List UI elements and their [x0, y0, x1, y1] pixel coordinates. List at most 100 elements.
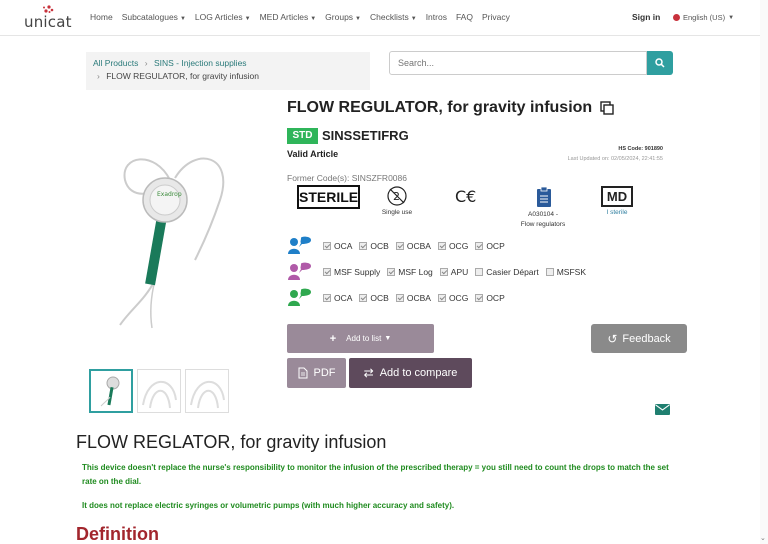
scroll-down-icon[interactable]: ⌄	[760, 534, 766, 542]
chevron-down-icon: ▼	[355, 16, 361, 22]
checkbox-ocg[interactable]: OCG	[437, 241, 468, 251]
nav-item-intros[interactable]: Intros	[426, 12, 447, 22]
add-to-compare-button[interactable]: ⇄ Add to compare	[349, 358, 472, 388]
description-note-1: This device doesn't replace the nurse's …	[82, 463, 669, 486]
breadcrumb-current: FLOW REGULATOR, for gravity infusion	[106, 71, 259, 81]
image-thumbnails	[89, 369, 229, 413]
breadcrumb-category[interactable]: SINS - Injection supplies	[154, 58, 247, 68]
checkbox-label: OCBA	[406, 241, 431, 251]
checkbox-box[interactable]	[437, 294, 446, 302]
checkbox-ocb[interactable]: OCB	[359, 293, 389, 303]
mail-icon[interactable]	[655, 404, 670, 415]
checkbox-ocg[interactable]: OCG	[437, 293, 469, 303]
checkbox-box[interactable]	[323, 242, 331, 250]
nav-item-label: FAQ	[455, 12, 473, 22]
nav-item-groups[interactable]: Groups ▼	[325, 12, 361, 22]
us-flag-icon	[673, 14, 680, 21]
feedback-button[interactable]: ↺ Feedback	[591, 324, 687, 353]
checkbox-msf-log[interactable]: MSF Log	[387, 267, 433, 277]
nav-item-label: Subcatalogues	[121, 12, 178, 22]
chevron-down-icon: ▼	[384, 335, 392, 342]
checkbox-ocp[interactable]: OCP	[475, 293, 505, 303]
search-icon	[655, 58, 665, 68]
search-input[interactable]	[389, 51, 647, 75]
copy-icon[interactable]	[600, 101, 614, 115]
checkbox-box[interactable]	[323, 268, 331, 276]
checkbox-label: Casier Départ	[486, 267, 539, 277]
pdf-label: PDF	[313, 367, 336, 379]
checkbox-box[interactable]	[439, 268, 448, 276]
checkbox-box[interactable]	[475, 268, 484, 276]
checkbox-ocb[interactable]: OCB	[359, 241, 389, 251]
nav-item-privacy[interactable]: Privacy	[482, 12, 510, 22]
checkbox-label: MSF Log	[398, 267, 433, 277]
nav-item-home[interactable]: Home	[90, 12, 113, 22]
kit-clipboard-icon[interactable]	[536, 186, 552, 208]
breadcrumb-all-products[interactable]: All Products	[93, 58, 138, 68]
checkbox-label: APU	[450, 267, 469, 277]
compare-label: Add to compare	[379, 367, 458, 379]
article-status: Valid Article	[287, 149, 339, 159]
checkbox-msf-supply[interactable]: MSF Supply	[323, 267, 380, 277]
nav-item-label: Home	[90, 12, 113, 22]
nav-item-log-articles[interactable]: LOG Articles ▼	[195, 12, 251, 22]
checkbox-oca[interactable]: OCA	[323, 293, 352, 303]
unicat-logo[interactable]: unicat	[24, 4, 74, 32]
kit-code: A030104 -	[528, 211, 558, 218]
nav-item-faq[interactable]: FAQ	[456, 12, 473, 22]
checkbox-msfsk[interactable]: MSFSK	[545, 267, 586, 277]
distribution-row: OCA OCB OCBA OCG OCP	[287, 235, 512, 257]
chevron-down-icon: ▼	[410, 16, 417, 22]
people-icon	[288, 288, 311, 306]
svg-text:2: 2	[393, 190, 400, 203]
checkbox-label: MSFSK	[556, 267, 586, 277]
language-selector[interactable]: English (US) ▼	[673, 13, 734, 22]
sign-in-link[interactable]: Sign in	[632, 12, 660, 22]
pdf-button[interactable]: PDF	[287, 358, 346, 388]
checkbox-oca[interactable]: OCA	[323, 241, 352, 251]
thumbnail-1[interactable]	[89, 369, 133, 413]
nav-item-subcatalogues[interactable]: Subcatalogues ▼	[122, 12, 186, 22]
checkbox-ocba[interactable]: OCBA	[395, 241, 431, 251]
add-to-list-button[interactable]: + Add to list ▼	[287, 324, 434, 353]
definition-heading: Definition	[76, 524, 159, 544]
checkbox-box[interactable]	[323, 294, 331, 302]
people-icon	[288, 236, 311, 254]
checkbox-label: OCG	[448, 293, 469, 303]
thumbnail-3[interactable]	[185, 369, 229, 413]
checkbox-apu[interactable]: APU	[439, 267, 469, 277]
md-class: I sterile	[606, 209, 628, 216]
checkbox-casier-départ[interactable]: Casier Départ	[475, 267, 539, 277]
undo-icon: ↺	[607, 331, 618, 346]
checkbox-box[interactable]	[475, 294, 484, 302]
product-title-text: FLOW REGULATOR, for gravity infusion	[287, 99, 593, 116]
exchange-icon: ⇄	[363, 366, 374, 380]
nav-item-med-articles[interactable]: MED Articles ▼	[260, 12, 317, 22]
checkbox-box[interactable]	[395, 242, 404, 250]
checkbox-ocp[interactable]: OCP	[475, 241, 505, 251]
search-button[interactable]	[647, 51, 673, 75]
thumbnail-2[interactable]	[137, 369, 181, 413]
product-image[interactable]: Exadrop	[100, 150, 240, 340]
checkbox-box[interactable]	[545, 268, 554, 276]
checkbox-box[interactable]	[475, 242, 484, 250]
product-title: FLOW REGULATOR, for gravity infusion	[287, 99, 614, 117]
checkbox-box[interactable]	[387, 268, 396, 276]
page-scrollbar[interactable]	[760, 0, 768, 544]
breadcrumb-separator-icon: ›	[144, 58, 148, 68]
single-use-icon: 2	[387, 186, 407, 206]
checkbox-box[interactable]	[359, 242, 368, 250]
chevron-down-icon: ▼	[244, 16, 251, 22]
plus-icon: +	[329, 332, 337, 345]
distribution-row: MSF Supply MSF Log APU Casier Départ MSFSK	[287, 261, 593, 283]
kit-reference[interactable]: A030104 - Flow regulators	[510, 210, 576, 230]
md-symbol: MD	[601, 186, 633, 207]
checkbox-box[interactable]	[395, 294, 404, 302]
feedback-label: Feedback	[622, 332, 671, 345]
checkbox-ocba[interactable]: OCBA	[395, 293, 431, 303]
checkbox-box[interactable]	[437, 242, 446, 250]
checkbox-label: OCB	[370, 293, 389, 303]
people-icon	[288, 262, 311, 280]
checkbox-box[interactable]	[359, 294, 368, 302]
nav-item-checklists[interactable]: Checklists ▼	[370, 12, 417, 22]
